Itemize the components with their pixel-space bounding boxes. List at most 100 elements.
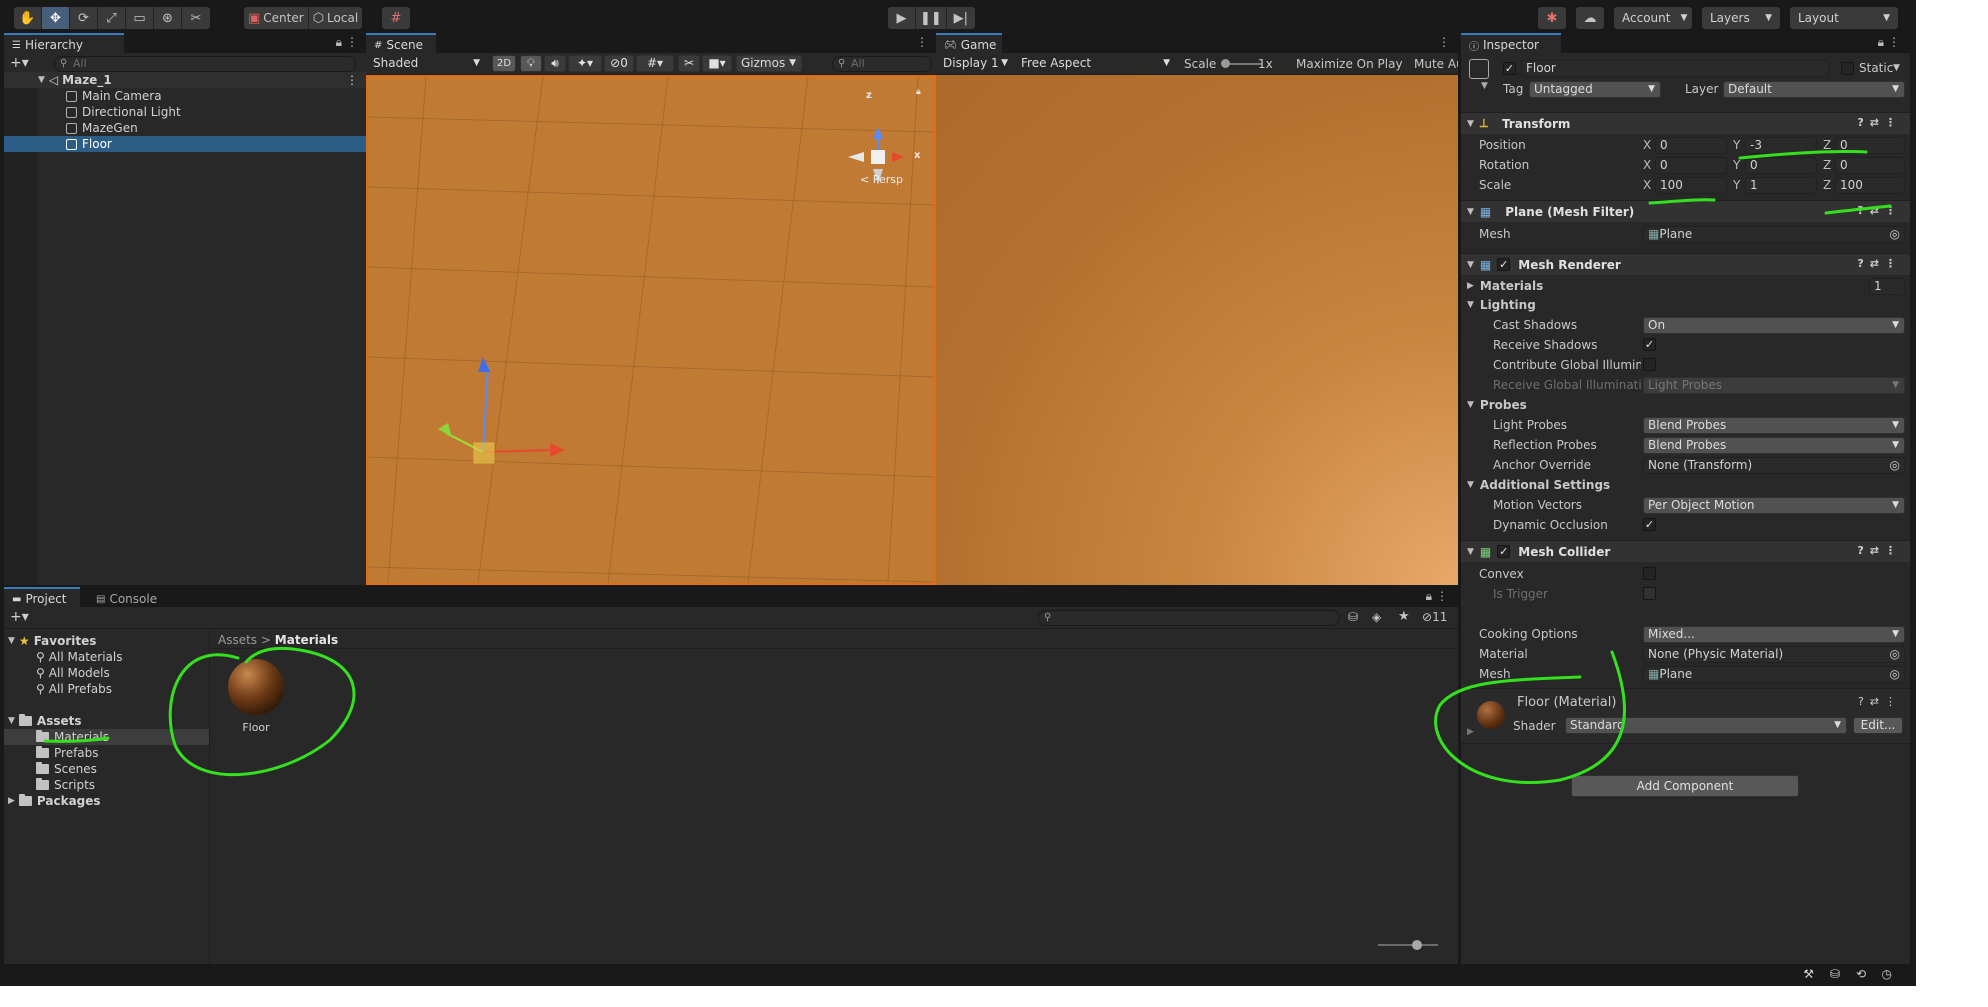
collapse-arrow-icon[interactable]: ▼ [8,636,15,646]
object-picker-icon[interactable]: ◎ [1890,458,1900,473]
tab-project[interactable]: ▬ Project [4,587,80,607]
debug-icon[interactable]: ⚒ [1803,967,1814,981]
hierarchy-item-directional-light[interactable]: Directional Light [4,104,366,120]
tab-inspector[interactable]: ⓘ Inspector [1461,33,1561,53]
mesh-collider-header[interactable]: ▼ ▦ ✓ Mesh Collider ?⇄⋮ [1461,540,1910,562]
mesh-object-field[interactable]: ▦Plane ◎ [1643,226,1905,243]
asset-floor-material[interactable]: Floor [226,657,286,735]
hidden-objects-button[interactable]: ⊘0 [604,55,634,72]
scale-z-field[interactable]: 100 [1835,177,1905,194]
cooking-options-dropdown[interactable]: Mixed... ▼ [1643,626,1905,643]
collider-material-field[interactable]: None (Physic Material) ◎ [1643,646,1905,663]
collapse-arrow-icon[interactable]: ▼ [1467,400,1474,410]
mesh-collider-enabled-checkbox[interactable]: ✓ [1497,545,1511,558]
position-x-field[interactable]: 0 [1655,137,1727,154]
pause-button[interactable]: ❚❚ [916,7,947,29]
account-dropdown[interactable]: Account ▼ [1614,7,1692,29]
effects-toggle-icon[interactable]: ✦▾ [568,55,602,72]
gizmo-lock-icon[interactable]: 🔒︎ [916,87,921,97]
expand-arrow-icon[interactable]: ▶ [1467,727,1474,737]
rotate-tool-icon[interactable]: ⟳ [70,7,98,29]
create-plus-icon[interactable]: +▾ [10,55,29,71]
icon-size-slider[interactable] [1378,944,1438,946]
hierarchy-item-mazegen[interactable]: MazeGen [4,120,366,136]
shader-dropdown[interactable]: Standard ▼ [1565,717,1847,734]
scale-y-field[interactable]: 1 [1745,177,1817,194]
hierarchy-item-main-camera[interactable]: Main Camera [4,88,366,104]
hierarchy-item-floor[interactable]: Floor [4,136,366,152]
lock-icon[interactable]: 🔒︎ [1426,589,1432,604]
collab-icon[interactable]: ✱ [1538,7,1566,29]
favorite-all-materials[interactable]: ⚲ All Materials [36,649,123,665]
hierarchy-scene-row[interactable]: ▼ ◁ Maze_1 ⋮ [4,72,366,88]
component-actions-icon[interactable]: ?⇄⋮ [1858,695,1902,708]
add-component-button[interactable]: Add Component [1571,775,1799,797]
additional-settings-section[interactable]: ▼ Additional Settings [1461,475,1910,495]
static-checkbox[interactable] [1841,62,1854,75]
lock-icon[interactable]: 🔒︎ [1878,35,1884,50]
create-plus-icon[interactable]: +▾ [10,609,29,625]
tab-console[interactable]: ▤ Console [88,587,168,607]
probes-section[interactable]: ▼ Probes [1461,395,1910,415]
cache-icon[interactable]: ⛁ [1830,967,1840,981]
persp-label[interactable]: < Persp [860,173,903,186]
audio-toggle-icon[interactable]: 🔊︎ [544,55,566,72]
scale-x-field[interactable]: 100 [1655,177,1727,194]
rect-tool-icon[interactable]: ▭ [126,7,154,29]
active-checkbox[interactable]: ✓ [1503,62,1516,75]
layout-dropdown[interactable]: Layout ▼ [1790,7,1898,29]
collapse-arrow-icon[interactable]: ▼ [1467,119,1474,129]
kebab-menu-icon[interactable]: ⋮ [1888,35,1900,49]
icon-size-slider-handle[interactable] [1412,940,1422,950]
layer-dropdown[interactable]: Default ▼ [1723,81,1905,98]
clock-icon[interactable]: ◷ [1882,967,1892,981]
move-tool-icon[interactable]: ✥ [42,7,70,29]
assets-header[interactable]: ▼ Assets [8,713,82,729]
kebab-menu-icon[interactable]: ⋮ [346,35,358,49]
contribute-gi-checkbox[interactable] [1643,358,1656,371]
hand-tool-icon[interactable]: ✋ [14,7,42,29]
cloud-icon[interactable]: ☁ [1576,7,1604,29]
tab-hierarchy[interactable]: ☰ Hierarchy [4,33,124,53]
collapse-arrow-icon[interactable]: ▼ [1467,260,1474,270]
mesh-filter-header[interactable]: ▼ ▦ Plane (Mesh Filter) ?⇄⋮ [1461,200,1910,222]
search-by-type-icon[interactable]: ⛁ [1348,610,1358,624]
project-search-input[interactable]: ⚲ [1038,610,1340,626]
collapse-arrow-icon[interactable]: ▼ [1467,300,1474,310]
custom-tool-icon[interactable]: ✂ [182,7,210,29]
mesh-renderer-enabled-checkbox[interactable]: ✓ [1497,258,1511,271]
pivot-center-button[interactable]: ▣ Center [244,7,309,29]
folder-materials[interactable]: Materials [4,729,209,745]
position-z-field[interactable]: 0 [1835,137,1905,154]
tab-scene[interactable]: # Scene [366,33,436,53]
dynamic-occlusion-checkbox[interactable]: ✓ [1643,518,1656,531]
hidden-packages-icon[interactable]: ⊘11 [1422,610,1447,624]
lighting-section[interactable]: ▼ Lighting [1461,295,1910,315]
folder-scenes[interactable]: Scenes [36,761,97,777]
static-dropdown-icon[interactable]: ▼ [1893,63,1900,73]
collapse-arrow-icon[interactable]: ▼ [8,716,15,726]
search-by-label-icon[interactable]: ◈ [1372,610,1381,624]
breadcrumb-materials[interactable]: Materials [275,633,338,647]
favorite-all-prefabs[interactable]: ⚲ All Prefabs [36,681,112,697]
component-actions-icon[interactable]: ?⇄⋮ [1857,544,1902,557]
kebab-menu-icon[interactable]: ⋮ [916,35,928,49]
scale-tool-icon[interactable]: ⤢ [98,7,126,29]
materials-row[interactable]: ▶ Materials 1 [1461,276,1910,296]
camera-icon[interactable]: ■▾ [702,55,732,72]
packages-header[interactable]: ▶ Packages [8,793,101,809]
receive-shadows-checkbox[interactable]: ✓ [1643,338,1656,351]
motion-vectors-dropdown[interactable]: Per Object Motion ▼ [1643,497,1905,514]
component-actions-icon[interactable]: ?⇄⋮ [1857,257,1902,270]
object-picker-icon[interactable]: ◎ [1890,647,1900,662]
anchor-override-field[interactable]: None (Transform) ◎ [1643,457,1905,474]
position-y-field[interactable]: -3 [1745,137,1817,154]
shader-edit-button[interactable]: Edit... [1853,717,1903,734]
step-button[interactable]: ▶| [947,7,975,29]
favorite-all-models[interactable]: ⚲ All Models [36,665,110,681]
toggle-2d-button[interactable]: 2D [492,55,516,72]
reflection-probes-dropdown[interactable]: Blend Probes ▼ [1643,437,1905,454]
convex-checkbox[interactable] [1643,567,1656,580]
component-actions-icon[interactable]: ?⇄⋮ [1857,204,1902,217]
scale-slider-handle[interactable] [1221,59,1230,68]
